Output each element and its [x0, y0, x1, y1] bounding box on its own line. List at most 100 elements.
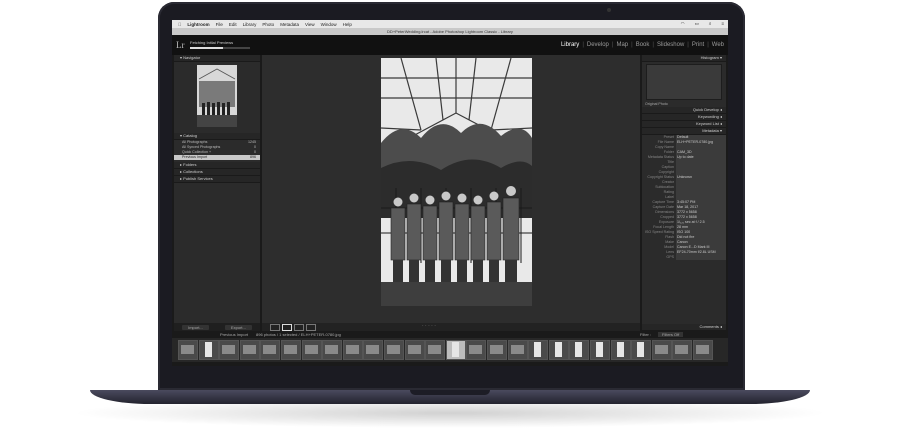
- loupe-view[interactable]: [262, 55, 640, 323]
- filmstrip-thumb[interactable]: [198, 340, 219, 360]
- filmstrip-thumb[interactable]: [507, 340, 528, 360]
- quick-develop-header[interactable]: Quick Develop ◂: [642, 107, 726, 114]
- histogram-header[interactable]: Histogram ▾: [642, 55, 726, 62]
- rating-stars[interactable]: · · · · ·: [422, 323, 436, 329]
- filmstrip-thumb[interactable]: [693, 340, 713, 360]
- module-book[interactable]: Book: [636, 42, 650, 48]
- filmstrip-thumb[interactable]: [466, 340, 487, 360]
- filmstrip-thumb[interactable]: [425, 340, 446, 360]
- window-title: DD+PeterWedding.lrcat - Adobe Photoshop …: [172, 28, 728, 35]
- metadata-key: GPS: [666, 255, 674, 259]
- module-print[interactable]: Print: [692, 42, 704, 48]
- navigator-photo: [197, 65, 237, 127]
- filmstrip-source[interactable]: Previous Import: [220, 331, 248, 338]
- filmstrip-thumb[interactable]: [301, 340, 322, 360]
- comments-header[interactable]: Comments ◂: [642, 324, 726, 331]
- menu-photo[interactable]: Photo: [262, 22, 274, 27]
- filmstrip-thumb[interactable]: [363, 340, 384, 360]
- publish-services-label: Publish Services: [183, 176, 213, 181]
- menu-help[interactable]: Help: [343, 22, 352, 27]
- menu-library[interactable]: Library: [243, 22, 257, 27]
- thumb-image: [554, 342, 562, 357]
- filmstrip: [172, 338, 728, 362]
- thumb-image: [304, 345, 318, 354]
- filmstrip-thumb[interactable]: [487, 340, 507, 360]
- folders-label: Folders: [183, 162, 197, 167]
- filmstrip-thumb[interactable]: [672, 340, 693, 360]
- thumb-image: [222, 345, 236, 354]
- filmstrip-thumb[interactable]: [590, 340, 610, 360]
- menu-app[interactable]: Lightroom: [187, 22, 209, 27]
- metadata-row[interactable]: GPS: [642, 255, 726, 260]
- menu-metadata[interactable]: Metadata: [280, 22, 299, 27]
- filmstrip-thumb[interactable]: [178, 340, 198, 360]
- filmstrip-thumb[interactable]: [281, 340, 301, 360]
- publish-services-header[interactable]: ▸ Publish Services: [174, 176, 260, 183]
- navigator-header[interactable]: ▾ Navigator: [174, 55, 260, 62]
- filmstrip-thumb[interactable]: [528, 340, 549, 360]
- filmstrip-thumb[interactable]: [384, 340, 404, 360]
- thumb-image: [325, 345, 339, 354]
- filter-select[interactable]: Filters Off: [658, 332, 684, 337]
- thumb-image: [366, 345, 380, 354]
- filmstrip-thumb-selected[interactable]: [445, 340, 466, 360]
- module-separator: |: [631, 42, 633, 48]
- import-button[interactable]: Import...: [182, 324, 209, 330]
- histogram: [646, 64, 722, 100]
- filmstrip-thumb[interactable]: [260, 340, 281, 360]
- keywording-header[interactable]: Keywording ◂: [642, 114, 726, 121]
- metadata-header[interactable]: Metadata ▾: [642, 128, 726, 135]
- compare-view-icon[interactable]: [294, 324, 304, 331]
- filmstrip-thumb[interactable]: [342, 340, 363, 360]
- folders-header[interactable]: ▸ Folders: [174, 162, 260, 169]
- menu-view[interactable]: View: [305, 22, 315, 27]
- battery-icon[interactable]: ▭: [695, 21, 699, 27]
- module-web[interactable]: Web: [712, 42, 724, 48]
- module-library[interactable]: Library: [561, 42, 579, 48]
- filmstrip-thumb[interactable]: [219, 340, 240, 360]
- filmstrip-bar: Previous Import 896 photos / 1 selected …: [172, 331, 728, 338]
- thumb-image: [534, 342, 542, 357]
- filmstrip-thumb[interactable]: [404, 340, 425, 360]
- wifi-icon[interactable]: ◠: [681, 21, 685, 27]
- filmstrip-thumb[interactable]: [548, 340, 569, 360]
- thumb-image: [575, 342, 583, 357]
- grid-view-icon[interactable]: [270, 324, 280, 331]
- module-map[interactable]: Map: [616, 42, 628, 48]
- center-toolbar: · · · · ·: [262, 323, 640, 331]
- filmstrip-thumb[interactable]: [651, 340, 672, 360]
- filmstrip-thumb[interactable]: [322, 340, 343, 360]
- main-photo: [381, 58, 532, 306]
- thumb-image: [510, 345, 524, 354]
- filmstrip-thumb[interactable]: [569, 340, 590, 360]
- menu-file[interactable]: File: [216, 22, 223, 27]
- right-panel: Histogram ▾ Original Photo Quick Develop…: [642, 55, 726, 331]
- thumb-image: [204, 342, 212, 357]
- apple-icon[interactable]: : [178, 22, 181, 27]
- menu-list-icon[interactable]: ≡: [721, 21, 724, 27]
- keywording-label: Keywording: [697, 114, 719, 119]
- menu-window[interactable]: Window: [321, 22, 337, 27]
- metadata-value[interactable]: [676, 255, 726, 260]
- catalog-header[interactable]: ▾ Catalog: [174, 133, 260, 140]
- export-button[interactable]: Export...: [224, 324, 252, 330]
- keyword-list-header[interactable]: Keyword List ◂: [642, 121, 726, 128]
- filmstrip-thumb[interactable]: [610, 340, 631, 360]
- collections-header[interactable]: ▸ Collections: [174, 169, 260, 176]
- menu-edit[interactable]: Edit: [229, 22, 237, 27]
- progress-bar: [190, 47, 250, 49]
- loupe-view-icon[interactable]: [282, 324, 292, 331]
- catalog-label: Catalog: [183, 133, 197, 138]
- filmstrip-thumb[interactable]: [631, 340, 652, 360]
- module-separator: |: [611, 42, 614, 48]
- filmstrip-thumb[interactable]: [239, 340, 260, 360]
- catalog-item-label: Previous Import: [182, 155, 208, 159]
- left-panel: ▾ Navigator ▾ Catalog All Photographs 124…: [174, 55, 260, 323]
- keyword-list-label: Keyword List: [695, 121, 719, 126]
- module-slideshow[interactable]: Slideshow: [657, 42, 684, 48]
- module-develop[interactable]: Develop: [587, 42, 609, 48]
- survey-view-icon[interactable]: [306, 324, 316, 331]
- thumb-image: [387, 345, 400, 354]
- search-icon[interactable]: ⌕: [709, 21, 712, 27]
- navigator-preview[interactable]: [197, 65, 237, 127]
